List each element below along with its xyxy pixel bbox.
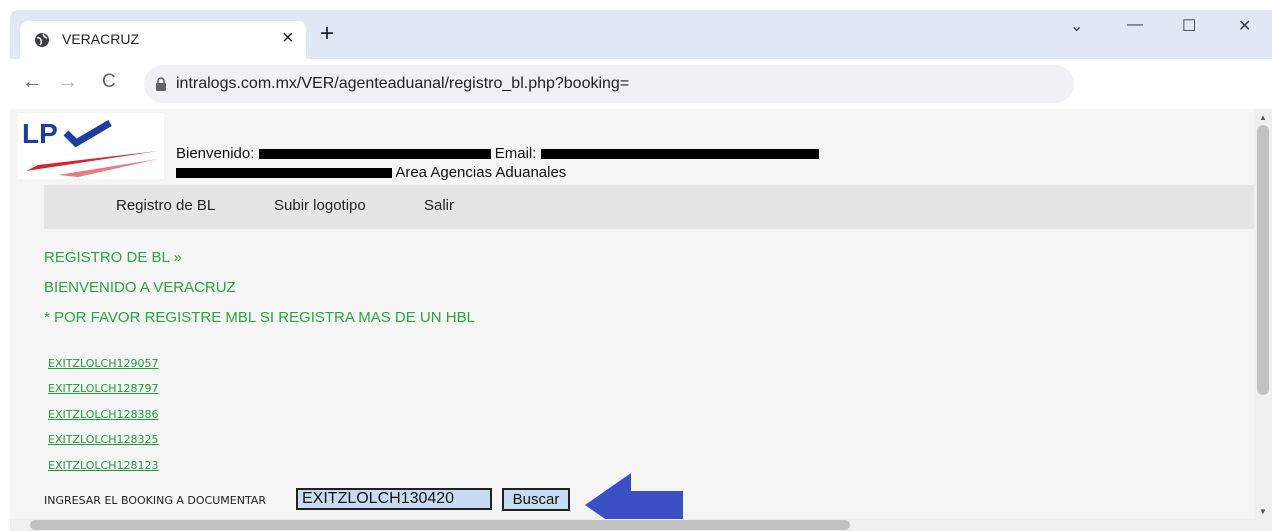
- booking-link[interactable]: EXITZLOLCH128386: [48, 408, 158, 421]
- globe-icon: [35, 33, 49, 47]
- tab-title: VERACRUZ: [62, 31, 140, 47]
- logo-text: LP: [22, 118, 58, 149]
- tab-search-icon[interactable]: ⌄: [1070, 16, 1083, 36]
- menu-item-subir-logotipo[interactable]: Subir logotipo: [274, 197, 366, 214]
- page-content: LP Bienvenido: Email: Area Agencias Adua…: [10, 109, 1272, 531]
- scroll-thumb[interactable]: [1257, 125, 1269, 395]
- booking-search-label: INGRESAR EL BOOKING A DOCUMENTAR: [44, 494, 266, 507]
- booking-link[interactable]: EXITZLOLCH128797: [48, 382, 158, 395]
- menu-item-registro-bl[interactable]: Registro de BL: [116, 197, 215, 214]
- lock-icon: [156, 77, 166, 91]
- back-icon[interactable]: ←: [22, 71, 42, 94]
- reload-icon[interactable]: C: [102, 71, 116, 93]
- redaction-bar: [540, 149, 819, 160]
- nav-menu: Registro de BL Subir logotipo Salir: [44, 185, 1254, 229]
- browser-toolbar: ← → C intralogs.com.mx/VER/agenteaduanal…: [10, 59, 1272, 109]
- booking-link[interactable]: EXITZLOLCH128123: [48, 459, 158, 472]
- buscar-button[interactable]: Buscar: [502, 488, 570, 511]
- horizontal-scrollbar[interactable]: [10, 519, 1254, 531]
- area-label: Area Agencias Aduanales: [395, 164, 567, 181]
- company-line: Area Agencias Aduanales: [176, 164, 566, 181]
- booking-input[interactable]: EXITZLOLCH130420: [296, 488, 492, 510]
- booking-link[interactable]: EXITZLOLCH129057: [48, 357, 158, 370]
- vertical-scrollbar[interactable]: ▲ ▼: [1254, 109, 1272, 531]
- menu-item-salir[interactable]: Salir: [424, 197, 454, 214]
- logo-icon: LP: [22, 118, 158, 177]
- close-window-icon[interactable]: ✕: [1238, 16, 1251, 36]
- h-scroll-thumb[interactable]: [30, 520, 850, 530]
- booking-link[interactable]: EXITZLOLCH128325: [48, 433, 158, 446]
- browser-window: VERACRUZ × + ⌄ — ☐ ✕ ← → C intralogs.com…: [10, 10, 1272, 531]
- company-logo: LP: [18, 113, 164, 179]
- notice-text: * POR FAVOR REGISTRE MBL SI REGISTRA MAS…: [44, 309, 475, 326]
- section-title: REGISTRO DE BL »: [44, 249, 182, 266]
- address-bar[interactable]: intralogs.com.mx/VER/agenteaduanal/regis…: [144, 65, 1074, 103]
- forward-icon[interactable]: →: [58, 71, 78, 94]
- maximize-icon[interactable]: ☐: [1182, 16, 1196, 36]
- welcome-heading: BIENVENIDO A VERACRUZ: [44, 279, 236, 296]
- new-tab-button[interactable]: +: [320, 22, 334, 46]
- scroll-up-icon[interactable]: ▲: [1259, 113, 1267, 122]
- welcome-label: Bienvenido:: [176, 145, 255, 162]
- email-label: Email:: [494, 145, 537, 162]
- minimize-icon[interactable]: —: [1127, 16, 1143, 34]
- browser-tab[interactable]: VERACRUZ ×: [20, 21, 306, 59]
- redaction-bar: [176, 168, 392, 179]
- tab-close-icon[interactable]: ×: [282, 27, 294, 50]
- redaction-bar: [258, 149, 491, 160]
- scroll-down-icon[interactable]: ▼: [1259, 507, 1267, 516]
- welcome-line: Bienvenido: Email:: [176, 145, 819, 162]
- url-text: intralogs.com.mx/VER/agenteaduanal/regis…: [176, 75, 630, 92]
